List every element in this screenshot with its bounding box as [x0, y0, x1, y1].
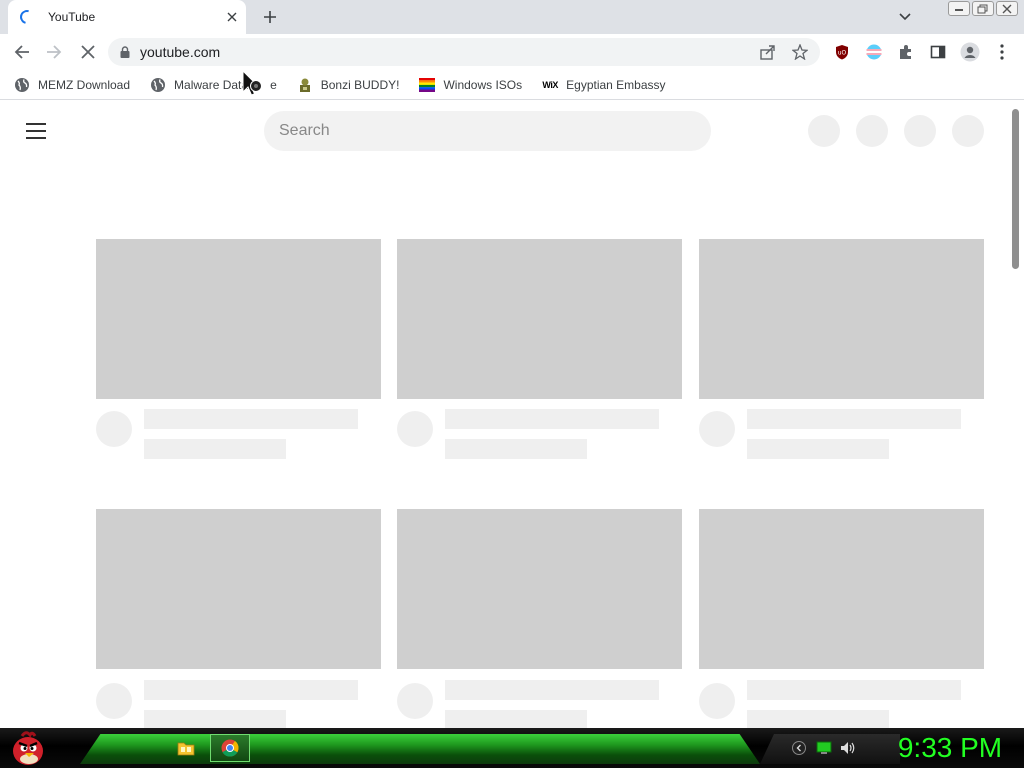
bookmark-label: Malware Data — [174, 77, 249, 92]
svg-text:uO: uO — [838, 50, 847, 57]
page-scrollbar[interactable] — [1008, 101, 1024, 728]
stop-loading-icon[interactable] — [76, 40, 100, 64]
back-button[interactable] — [10, 40, 34, 64]
scrollbar-thumb[interactable] — [1012, 109, 1019, 269]
bookmark-bonzi-buddy[interactable]: Bonzi BUDDY! — [295, 73, 402, 97]
taskbar: 9:33 PM — [0, 728, 1024, 768]
ublock-icon[interactable]: uO — [830, 40, 854, 64]
youtube-page: Search — [0, 101, 1024, 728]
restore-button[interactable] — [972, 1, 994, 16]
title-placeholder — [445, 409, 659, 429]
minimize-button[interactable] — [948, 1, 970, 16]
tab-title: YouTube — [48, 10, 96, 24]
bookmark-label-tail: e — [270, 77, 277, 92]
search-input[interactable]: Search — [264, 111, 711, 151]
share-icon[interactable] — [756, 40, 780, 64]
bonzi-icon — [297, 77, 313, 93]
video-card-skeleton — [699, 509, 984, 728]
taskbar-clock[interactable]: 9:33 PM — [880, 732, 1020, 764]
rainbow-flag-icon — [419, 77, 436, 93]
side-panel-icon[interactable] — [926, 40, 950, 64]
profile-icon[interactable] — [958, 40, 982, 64]
bookmarks-bar: MEMZ Download Malware Data e Bonzi BUDDY!… — [0, 70, 1024, 100]
start-button-angry-bird-icon[interactable] — [8, 728, 48, 768]
guide-menu-icon[interactable] — [26, 123, 46, 139]
url-text[interactable]: youtube.com — [140, 44, 756, 60]
video-card-skeleton — [397, 509, 682, 728]
globe-icon — [150, 77, 166, 93]
bookmark-label: Bonzi BUDDY! — [320, 77, 400, 92]
new-tab-button[interactable] — [258, 6, 282, 28]
address-bar[interactable]: youtube.com — [108, 38, 820, 66]
title-placeholder — [144, 680, 358, 700]
channel-avatar-placeholder — [397, 411, 433, 447]
channel-avatar-placeholder — [397, 683, 433, 719]
channel-avatar-placeholder — [96, 683, 132, 719]
thumbnail-placeholder — [96, 239, 381, 399]
forward-button[interactable] — [42, 40, 66, 64]
close-window-button[interactable] — [996, 1, 1018, 16]
subtitle-placeholder — [747, 439, 889, 459]
subtitle-placeholder — [144, 710, 286, 728]
tab-search-chevron-icon[interactable] — [894, 7, 916, 27]
thumbnail-placeholder — [699, 239, 984, 399]
lock-icon[interactable] — [120, 46, 130, 58]
loading-spinner-icon — [17, 7, 37, 27]
bookmark-label: Windows ISOs — [443, 77, 523, 92]
tab-youtube[interactable]: YouTube — [8, 0, 246, 34]
browser-toolbar: youtube.com uO — [0, 34, 1024, 70]
subtitle-placeholder — [445, 439, 587, 459]
wix-icon: WiX — [542, 79, 558, 90]
network-icon[interactable] — [816, 740, 832, 756]
more-menu-icon[interactable] — [990, 40, 1014, 64]
bookmark-windows-isos[interactable]: Windows ISOs — [417, 73, 524, 97]
puzzle-icon[interactable] — [894, 40, 918, 64]
subtitle-placeholder — [144, 439, 286, 459]
chrome-taskbar-button[interactable] — [210, 734, 250, 762]
header-icon-placeholder — [952, 115, 984, 147]
volume-icon[interactable] — [840, 740, 856, 756]
thumbnail-placeholder — [699, 509, 984, 669]
trans-flag-icon[interactable] — [862, 40, 886, 64]
title-placeholder — [747, 680, 961, 700]
header-icon-placeholder — [856, 115, 888, 147]
tray-chevron-icon[interactable] — [791, 740, 807, 756]
file-explorer-taskbar-button[interactable] — [166, 734, 206, 762]
tab-close-icon[interactable] — [222, 7, 242, 27]
header-icon-placeholder — [904, 115, 936, 147]
video-card-skeleton — [96, 509, 381, 728]
subtitle-placeholder — [747, 710, 889, 728]
channel-avatar-placeholder — [699, 411, 735, 447]
channel-avatar-placeholder — [699, 683, 735, 719]
thumbnail-placeholder — [397, 239, 682, 399]
title-placeholder — [445, 680, 659, 700]
thumbnail-placeholder — [96, 509, 381, 669]
thumbnail-placeholder — [397, 509, 682, 669]
globe-icon — [14, 77, 30, 93]
video-card-skeleton — [96, 239, 381, 459]
header-icon-placeholder — [808, 115, 840, 147]
bookmark-memz-download[interactable]: MEMZ Download — [12, 73, 132, 97]
title-placeholder — [144, 409, 358, 429]
bookmark-label: MEMZ Download — [38, 77, 131, 92]
tab-strip: YouTube — [0, 0, 1024, 34]
window-controls — [948, 1, 1018, 16]
bookmark-label: Egyptian Embassy — [566, 77, 666, 92]
channel-avatar-placeholder — [96, 411, 132, 447]
busy-cursor-icon — [242, 69, 266, 100]
bookmark-star-icon[interactable] — [788, 40, 812, 64]
bookmark-egyptian-embassy[interactable]: WiX Egyptian Embassy — [540, 73, 667, 97]
subtitle-placeholder — [445, 710, 587, 728]
video-card-skeleton — [397, 239, 682, 459]
video-card-skeleton — [699, 239, 984, 459]
title-placeholder — [747, 409, 961, 429]
